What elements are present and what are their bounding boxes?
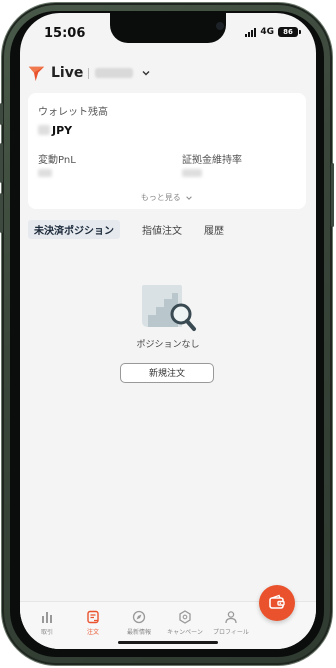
balance-redacted	[38, 125, 50, 135]
camera-icon	[216, 22, 224, 30]
badge-icon	[179, 610, 191, 624]
nav-item-campaign[interactable]: キャンペーン	[162, 610, 208, 636]
nav-item-orders[interactable]: 注文	[70, 610, 116, 636]
mute-switch	[0, 103, 3, 125]
chevron-down-icon	[142, 71, 150, 76]
volume-up-button	[0, 143, 3, 183]
environment-label: Live	[51, 65, 84, 81]
nav-label: 注文	[86, 629, 99, 636]
chevron-down-icon	[186, 195, 193, 200]
tab-open-positions[interactable]: 未決済ポジション	[28, 219, 120, 239]
dynamic-island	[110, 13, 226, 43]
floating-pnl-label: 変動PnL	[38, 155, 76, 166]
show-more-toggle[interactable]: もっと見る	[28, 192, 306, 203]
app-screen: 15:06 4G 86 Live ウォレット残高 JPY 変動PnL 証拠金維持…	[20, 13, 316, 649]
nav-item-profile[interactable]: プロフィール	[208, 610, 254, 636]
brand-logo-icon	[28, 66, 45, 81]
wallet-card: ウォレット残高 JPY 変動PnL 証拠金維持率 もっと見る	[28, 93, 306, 209]
account-switcher[interactable]: Live	[28, 63, 151, 83]
network-type: 4G	[260, 27, 274, 37]
battery-icon: 86	[278, 27, 301, 37]
new-order-button[interactable]: 新規注文	[120, 363, 214, 383]
show-more-label: もっと見る	[140, 193, 181, 202]
empty-state-message: ポジションなし	[136, 340, 200, 350]
home-indicator	[118, 641, 218, 644]
order-doc-icon	[87, 610, 99, 624]
nav-item-news[interactable]: 最新情報	[116, 610, 162, 636]
wallet-icon	[269, 594, 285, 609]
margin-ratio-label: 証拠金維持率	[182, 155, 242, 166]
person-icon	[225, 611, 237, 624]
account-name-redacted	[95, 68, 134, 78]
no-positions-illustration-icon	[142, 285, 196, 331]
nav-label: プロフィール	[213, 629, 249, 636]
status-bar: 15:06 4G 86	[20, 13, 316, 53]
margin-redacted	[182, 169, 202, 177]
tab-limit-orders[interactable]: 指値注文	[142, 220, 182, 239]
chart-bars-icon	[42, 612, 52, 623]
nav-label: 取引	[40, 629, 53, 636]
tab-history[interactable]: 履歴	[204, 220, 224, 239]
order-tabs: 未決済ポジション 指値注文 履歴	[28, 219, 246, 239]
divider	[88, 67, 90, 79]
status-indicators: 4G 86	[245, 27, 301, 37]
wallet-balance-label: ウォレット残高	[38, 107, 108, 118]
wallet-deposit-fab[interactable]	[259, 585, 295, 621]
signal-icon	[245, 27, 257, 37]
nav-item-trade[interactable]: 取引	[24, 610, 70, 636]
power-button	[331, 163, 334, 227]
nav-label: 最新情報	[126, 629, 151, 636]
nav-label: キャンペーン	[167, 629, 203, 636]
volume-down-button	[0, 193, 3, 233]
balance-currency: JPY	[52, 124, 73, 137]
pnl-redacted	[38, 169, 52, 177]
compass-icon	[132, 610, 146, 624]
status-time: 15:06	[44, 26, 86, 41]
